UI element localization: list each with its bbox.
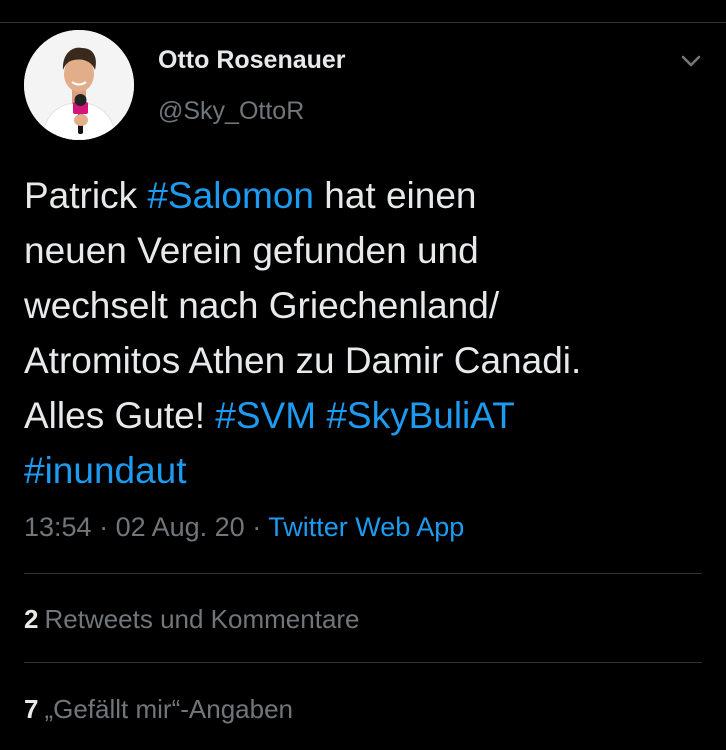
avatar[interactable] <box>24 30 134 140</box>
meta-separator: · <box>244 512 269 542</box>
tweet-line: Atromitos Athen zu Damir Canadi. <box>24 333 704 388</box>
tweet-text-segment: Patrick <box>24 175 148 216</box>
tweet-text-segment: neuen Verein gefunden und <box>24 230 479 271</box>
retweets-count: 2 <box>24 604 39 634</box>
likes-stat[interactable]: 7 „Gefällt mir“-Angaben <box>24 694 293 725</box>
hashtag-link[interactable]: #SVM <box>215 395 316 436</box>
tweet-line: neuen Verein gefunden und <box>24 223 704 278</box>
tweet-time[interactable]: 13:54 <box>24 512 92 542</box>
tweet-line: wechselt nach Griechenland/ <box>24 278 704 333</box>
top-divider <box>0 22 726 23</box>
tweet-text-segment: wechselt nach Griechenland/ <box>24 285 500 326</box>
profile-photo-icon <box>24 30 134 140</box>
user-handle[interactable]: @Sky_OttoR <box>158 97 304 126</box>
divider <box>24 662 702 663</box>
tweet-text-segment: Atromitos Athen zu Damir Canadi. <box>24 340 582 381</box>
retweets-label: Retweets und Kommentare <box>44 604 360 634</box>
tweet-line: Patrick #Salomon hat einen <box>24 168 704 223</box>
chevron-down-icon[interactable] <box>676 48 706 74</box>
divider <box>24 573 702 574</box>
tweet-date[interactable]: 02 Aug. 20 <box>116 512 245 542</box>
hashtag-link[interactable]: #inundaut <box>24 450 187 491</box>
display-name[interactable]: Otto Rosenauer <box>158 46 346 75</box>
tweet-text-segment: Alles Gute! <box>24 395 216 436</box>
tweet-text-segment: hat einen <box>313 175 477 216</box>
tweet-line: #inundaut <box>24 443 704 498</box>
likes-label: „Gefällt mir“-Angaben <box>44 694 294 724</box>
meta-separator: · <box>91 512 116 542</box>
tweet-source-link[interactable]: Twitter Web App <box>268 512 464 542</box>
hashtag-link[interactable]: #SkyBuliAT <box>326 395 515 436</box>
hashtag-link[interactable]: #Salomon <box>147 175 314 216</box>
tweet-text: Patrick #Salomon hat einen neuen Verein … <box>24 168 704 498</box>
retweets-stat[interactable]: 2 Retweets und Kommentare <box>24 604 360 635</box>
likes-count: 7 <box>24 694 39 724</box>
tweet-line: Alles Gute! #SVM #SkyBuliAT <box>24 388 704 443</box>
tweet-text-segment <box>316 395 326 436</box>
tweet-metadata: 13:54 · 02 Aug. 20 · Twitter Web App <box>24 512 464 543</box>
